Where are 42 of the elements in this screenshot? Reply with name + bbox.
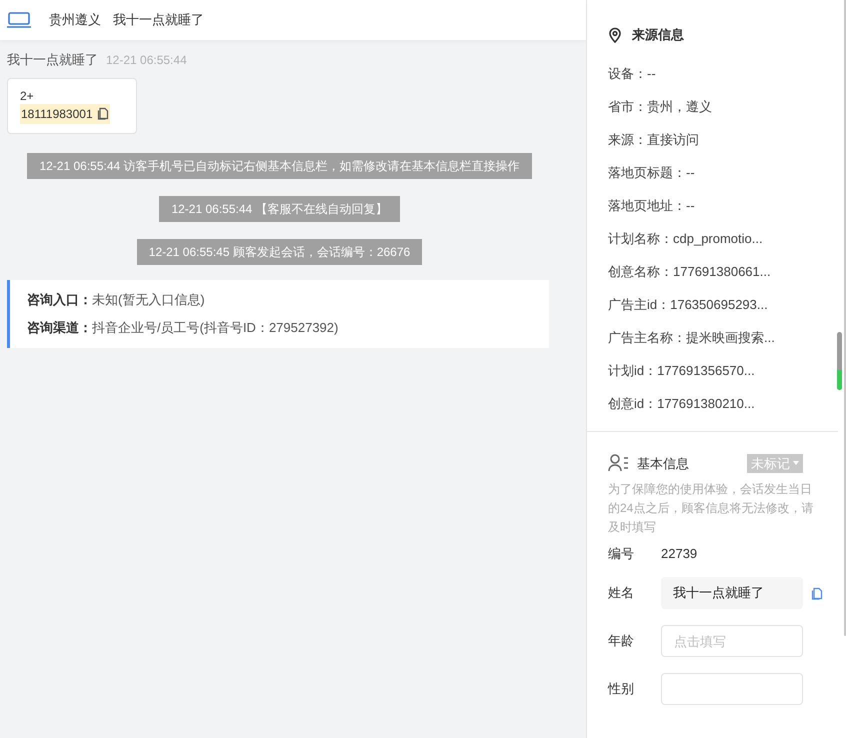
source-info-item: 落地页标题：-- (608, 164, 696, 182)
phone-number: 18111983001 (21, 106, 93, 122)
message-time: 12-21 06:55:44 (106, 52, 187, 69)
system-message: 12-21 06:55:45 顾客发起会话，会话编号：26676 (136, 238, 422, 264)
section-title: 来源信息 (632, 26, 684, 44)
message-text: 2+ (20, 88, 34, 104)
source-info-item: 计划id：177691356570... (608, 362, 756, 380)
caret-icon (793, 461, 799, 466)
visitor-name: 我十一点就睡了 (113, 11, 204, 30)
consult-value: 未知(暂无入口信息) (92, 290, 205, 309)
sender-name: 我十一点就睡了 (7, 51, 98, 69)
copy-icon[interactable] (811, 586, 823, 600)
section-title: 基本信息 (637, 454, 689, 472)
field-label: 姓名 (608, 584, 635, 602)
consult-label: 咨询入口： (27, 290, 92, 308)
notice-text: 为了保障您的使用体验，会话发生当日的24点之后，顾客信息将无法修改，请及时填写 (608, 481, 814, 536)
laptop-icon (7, 12, 31, 28)
source-info-item: 省市：贵州，遵义 (608, 98, 713, 116)
source-info-item: 广告主名称：提米映画搜索... (608, 329, 776, 348)
source-info-item: 来源：直接访问 (608, 131, 700, 150)
field-label: 编号 (608, 545, 635, 564)
input-field[interactable]: 点击填写 (661, 625, 803, 657)
system-message: 12-21 06:55:44 访客手机号已自动标记右侧基本信息栏，如需修改请在基本信息栏直接操作 (27, 152, 532, 178)
location-text: 贵州遵义 (49, 11, 101, 30)
consult-label: 咨询渠道： (27, 319, 92, 337)
user-list-icon (608, 454, 630, 472)
source-info-item: 创意名称：177691380661... (608, 263, 772, 282)
source-info-item: 创意id：177691380210... (608, 395, 756, 414)
system-message: 12-21 06:55:44 【客服不在线自动回复】 (159, 196, 400, 222)
source-info-item: 计划名称：cdp_promotio... (608, 230, 764, 248)
consult-value: 抖音企业号/员工号(抖音号ID：279527392) (92, 319, 338, 337)
field-value: 22739 (661, 545, 698, 564)
source-info-item: 设备：-- (608, 65, 657, 84)
copy-icon[interactable] (96, 107, 109, 120)
input-field[interactable] (661, 673, 803, 705)
location-pin-icon (608, 26, 622, 43)
field-label: 性别 (608, 680, 635, 698)
field-label: 年龄 (608, 632, 635, 650)
inner-scrollbar (837, 332, 842, 390)
source-info-item: 落地页地址：-- (608, 197, 696, 216)
name-field[interactable]: 我十一点就睡了 (661, 577, 803, 609)
source-info-item: 广告主id：176350695293... (608, 296, 769, 314)
